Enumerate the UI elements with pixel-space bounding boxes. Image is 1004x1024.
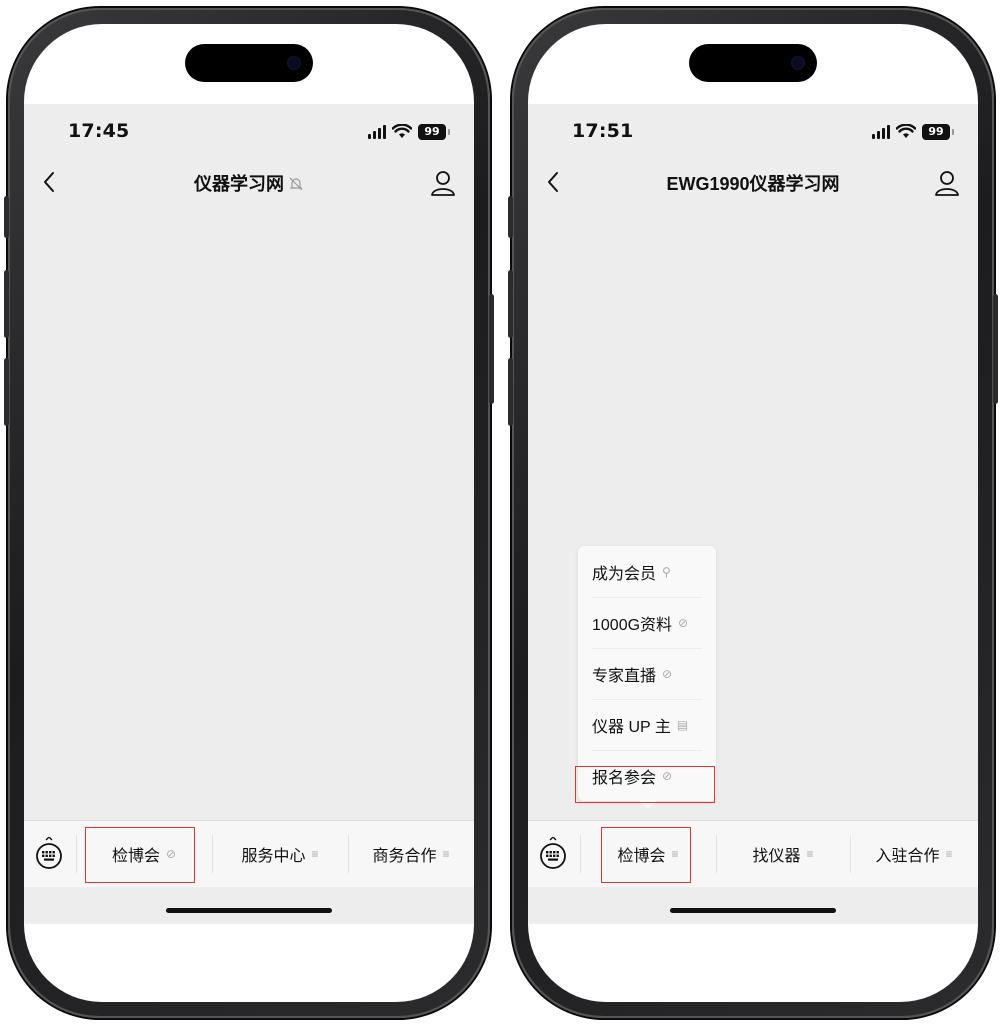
status-icons: 99 (872, 122, 954, 142)
menu-item-label: 商务合作 (372, 848, 437, 865)
chat-screen: 17:45 99 仪器学习网 检博会 ⊘ 服务中心 ≡ 商务合作 ≡ (24, 104, 474, 924)
menu-item-business[interactable]: 商务合作 ≡ (348, 821, 474, 887)
volume-up-button (508, 270, 513, 338)
menu-item-label: 入驻合作 (875, 848, 940, 865)
nav-bar: 仪器学习网 (24, 156, 474, 212)
bottom-menu-bar: 检博会 ≡ 找仪器 ≡ 入驻合作 ≡ (528, 820, 978, 887)
camera-lens (287, 56, 301, 70)
bell-muted-icon (289, 177, 303, 191)
battery-icon: 99 (418, 124, 450, 140)
phone-screen: 17:45 99 仪器学习网 检博会 ⊘ 服务中心 ≡ 商务合作 ≡ (24, 24, 474, 1002)
submenu-item-label: 专家直播 (592, 667, 657, 685)
page-title-text: EWG1990仪器学习网 (666, 174, 840, 194)
submenu-icon: ≡ (311, 847, 319, 861)
link-icon: ⚲ (662, 564, 671, 579)
submenu-item-materials[interactable]: 1000G资料 ⊘ (592, 597, 702, 649)
action-button (508, 196, 513, 238)
wifi-icon (392, 124, 412, 138)
nav-bar: EWG1990仪器学习网 (528, 156, 978, 212)
chat-screen: 17:51 99 EWG1990仪器学习网 成为会员 ⚲ 1000G资料 ⊘ 专… (528, 104, 978, 924)
submenu-icon: ≡ (945, 847, 953, 861)
status-time: 17:45 (68, 120, 130, 142)
volume-down-button (508, 358, 513, 426)
phone-screen: 17:51 99 EWG1990仪器学习网 成为会员 ⚲ 1000G资料 ⊘ 专… (528, 24, 978, 1002)
phone-frame-left: 17:45 99 仪器学习网 检博会 ⊘ 服务中心 ≡ 商务合作 ≡ (4, 8, 494, 1018)
article-icon: ▤ (676, 717, 689, 732)
power-button (993, 294, 998, 404)
status-bar: 17:51 99 (528, 116, 978, 146)
submenu-icon: ≡ (442, 847, 450, 861)
submenu-item-label: 仪器 UP 主 (592, 718, 671, 736)
action-button (4, 196, 9, 238)
keyboard-icon (540, 837, 566, 869)
camera-lens (791, 56, 805, 70)
menu-item-label: 服务中心 (241, 848, 306, 865)
back-icon[interactable] (36, 168, 64, 196)
volume-down-button (4, 358, 9, 426)
highlight-box (601, 827, 691, 883)
highlight-box (575, 766, 715, 803)
signal-icon (368, 125, 386, 139)
submenu-icon: ≡ (806, 847, 814, 861)
submenu-item-label: 成为会员 (592, 565, 657, 583)
dynamic-island (185, 44, 313, 82)
person-icon[interactable] (428, 168, 458, 198)
miniprogram-icon: ⊘ (662, 666, 673, 681)
wifi-icon (896, 124, 916, 138)
dynamic-island (689, 44, 817, 82)
highlight-box (85, 827, 195, 883)
home-indicator[interactable] (670, 908, 836, 913)
person-icon[interactable] (932, 168, 962, 198)
submenu-item-label: 1000G资料 (592, 616, 673, 634)
signal-icon (872, 125, 890, 139)
volume-up-button (4, 270, 9, 338)
menu-item-find-instrument[interactable]: 找仪器 ≡ (716, 821, 850, 887)
menu-item-service-center[interactable]: 服务中心 ≡ (212, 821, 348, 887)
status-icons: 99 (368, 122, 450, 142)
battery-icon: 99 (922, 124, 954, 140)
page-title-text: 仪器学习网 (194, 174, 284, 194)
submenu-item-up-host[interactable]: 仪器 UP 主 ▤ (592, 699, 702, 751)
menu-item-label: 找仪器 (752, 848, 801, 865)
keyboard-toggle[interactable] (30, 835, 68, 873)
page-title: 仪器学习网 (94, 170, 404, 196)
keyboard-toggle[interactable] (534, 835, 572, 873)
status-bar: 17:45 99 (24, 116, 474, 146)
page-title: EWG1990仪器学习网 (598, 170, 908, 196)
submenu-item-live[interactable]: 专家直播 ⊘ (592, 648, 702, 700)
miniprogram-icon: ⊘ (678, 615, 689, 630)
phone-frame-right: 17:51 99 EWG1990仪器学习网 成为会员 ⚲ 1000G资料 ⊘ 专… (508, 8, 998, 1018)
menu-item-join[interactable]: 入驻合作 ≡ (850, 821, 978, 887)
back-icon[interactable] (540, 168, 568, 196)
power-button (489, 294, 494, 404)
submenu-item-membership[interactable]: 成为会员 ⚲ (592, 546, 702, 598)
status-time: 17:51 (572, 120, 634, 142)
submenu-popup: 成为会员 ⚲ 1000G资料 ⊘ 专家直播 ⊘ 仪器 UP 主 ▤ 报名参会 ⊘ (578, 546, 716, 809)
keyboard-icon (36, 837, 62, 869)
home-indicator[interactable] (166, 908, 332, 913)
